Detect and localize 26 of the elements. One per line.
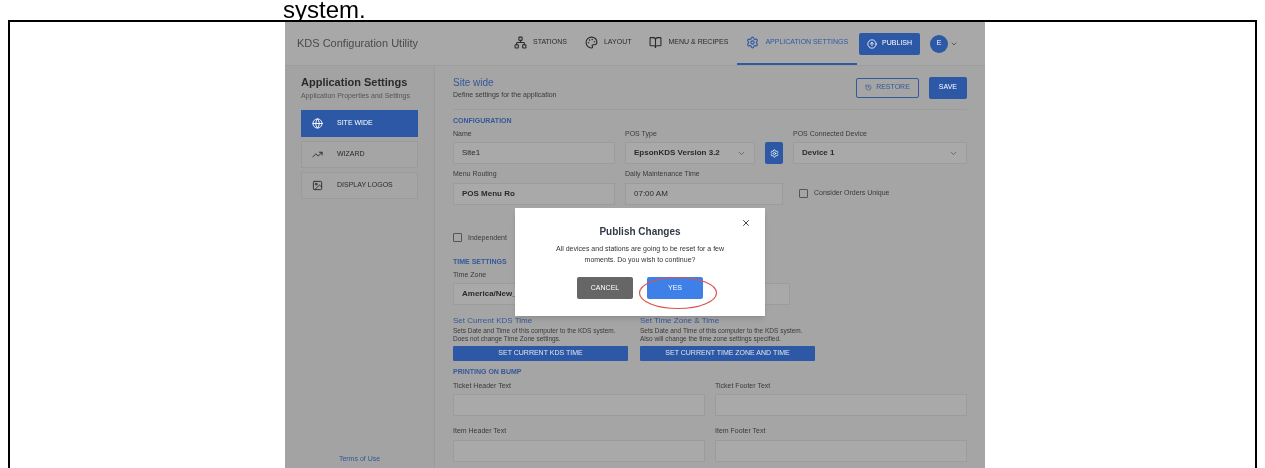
dropdown-field[interactable]: Device 1 [793,142,967,164]
image-icon [312,180,323,191]
app-title: KDS Configuration Utility [297,36,420,52]
book-icon [649,36,663,49]
history-icon [865,84,873,91]
palette-icon [584,36,598,49]
checkbox[interactable] [799,189,808,198]
action-title: Set Current KDS Time [453,315,534,327]
dropdown-field[interactable]: EpsonKDS Version 3.2 [625,142,755,164]
zigzag-line-icon [312,149,323,160]
input-field[interactable]: 07:00 AM [625,182,783,205]
settings-button[interactable] [765,142,783,164]
settings-icon [746,36,760,49]
sidebar-title: Application Settings [301,75,409,90]
checkbox[interactable] [453,233,462,243]
globe-icon [312,118,323,129]
document-text: system. [283,0,366,20]
close-icon[interactable] [741,218,751,228]
network-icon [514,36,527,49]
action-title: Set Time Zone & Time [640,315,721,327]
dialog-title: Publish Changes [599,225,681,239]
input-field[interactable]: POS Menu Ro [453,182,615,205]
settings-icon [769,148,779,158]
input-field[interactable]: Site1 [453,142,615,164]
page-title: Site wide [453,75,495,90]
upload-icon [867,38,878,49]
